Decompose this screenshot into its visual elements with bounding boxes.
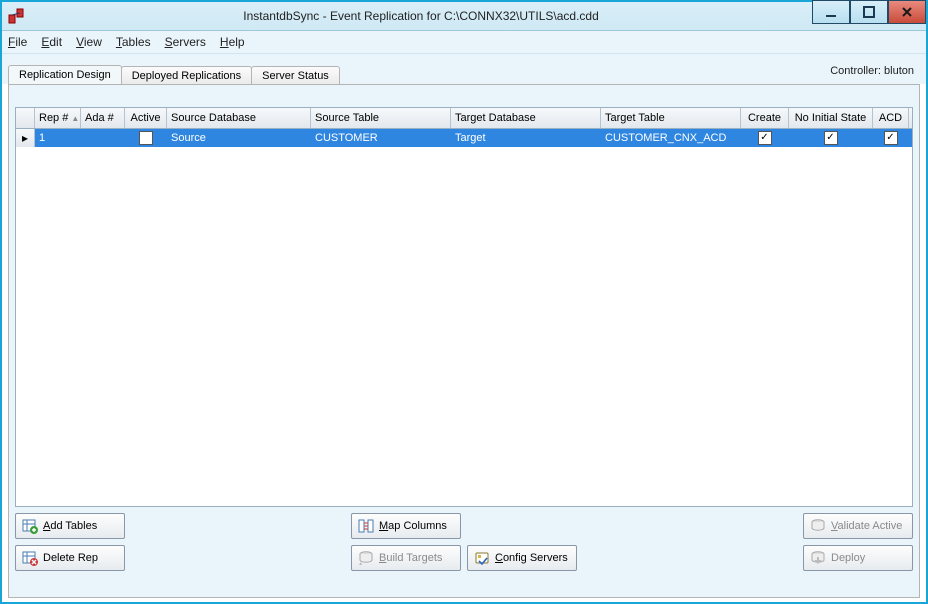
- col-header-rep[interactable]: Rep #▲: [35, 108, 81, 128]
- col-header-srctbl[interactable]: Source Table: [311, 108, 451, 128]
- config-servers-button[interactable]: Config Servers: [467, 545, 577, 571]
- title-bar: InstantdbSync - Event Replication for C:…: [2, 2, 926, 31]
- col-header-srcdb[interactable]: Source Database: [167, 108, 311, 128]
- cell-acd[interactable]: [873, 129, 909, 147]
- menu-bar: File Edit View Tables Servers Help: [2, 31, 926, 54]
- deploy-button[interactable]: Deploy: [803, 545, 913, 571]
- noinit-checkbox[interactable]: [824, 131, 838, 145]
- config-servers-icon: [474, 550, 490, 566]
- build-targets-icon: [358, 550, 374, 566]
- menu-servers[interactable]: Servers: [165, 35, 206, 49]
- replication-grid[interactable]: Rep #▲ Ada # Active Source Database Sour…: [15, 107, 913, 507]
- menu-help[interactable]: Help: [220, 35, 245, 49]
- validate-active-button[interactable]: Validate Active: [803, 513, 913, 539]
- cell-active[interactable]: [125, 129, 167, 147]
- tab-server-status[interactable]: Server Status: [251, 66, 340, 85]
- table-row[interactable]: ▸ 1 Source CUSTOMER Target CUSTOMER_CNX_…: [16, 129, 912, 147]
- col-header-tgttbl[interactable]: Target Table: [601, 108, 741, 128]
- deploy-icon: [810, 550, 826, 566]
- button-area: Add Tables Delete Rep Map Columns Build …: [9, 507, 919, 577]
- grid-corner: [16, 108, 35, 128]
- menu-view[interactable]: View: [76, 35, 102, 49]
- cell-tgtdb[interactable]: Target: [451, 129, 601, 147]
- cell-ada[interactable]: [81, 129, 125, 147]
- sort-asc-icon: ▲: [71, 114, 79, 123]
- create-checkbox[interactable]: [758, 131, 772, 145]
- build-targets-button[interactable]: Build Targets: [351, 545, 461, 571]
- col-header-tgtdb[interactable]: Target Database: [451, 108, 601, 128]
- col-header-create[interactable]: Create: [741, 108, 789, 128]
- controller-label: Controller: bluton: [830, 65, 914, 77]
- tab-deployed-replications[interactable]: Deployed Replications: [121, 66, 252, 85]
- tab-strip: Replication Design Deployed Replications…: [2, 54, 926, 84]
- cell-srctbl[interactable]: CUSTOMER: [311, 129, 451, 147]
- col-header-ada[interactable]: Ada #: [81, 108, 125, 128]
- cell-create[interactable]: [741, 129, 789, 147]
- window-controls: [812, 2, 926, 30]
- add-tables-button[interactable]: Add Tables: [15, 513, 125, 539]
- tab-replication-design[interactable]: Replication Design: [8, 65, 122, 84]
- table-delete-icon: [22, 550, 38, 566]
- app-window: InstantdbSync - Event Replication for C:…: [0, 0, 928, 604]
- close-button[interactable]: [888, 0, 926, 24]
- minimize-button[interactable]: [812, 0, 850, 24]
- maximize-button[interactable]: [850, 0, 888, 24]
- table-add-icon: [22, 518, 38, 534]
- app-icon: [8, 8, 24, 24]
- acd-checkbox[interactable]: [884, 131, 898, 145]
- active-checkbox[interactable]: [139, 131, 153, 145]
- menu-file[interactable]: File: [8, 35, 27, 49]
- map-columns-button[interactable]: Map Columns: [351, 513, 461, 539]
- cell-noinit[interactable]: [789, 129, 873, 147]
- menu-edit[interactable]: Edit: [41, 35, 62, 49]
- col-header-noinit[interactable]: No Initial State: [789, 108, 873, 128]
- col-header-active[interactable]: Active: [125, 108, 167, 128]
- col-header-acd[interactable]: ACD: [873, 108, 909, 128]
- grid-header: Rep #▲ Ada # Active Source Database Sour…: [16, 108, 912, 129]
- map-columns-icon: [358, 518, 374, 534]
- cell-srcdb[interactable]: Source: [167, 129, 311, 147]
- grid-body: ▸ 1 Source CUSTOMER Target CUSTOMER_CNX_…: [16, 129, 912, 506]
- validate-icon: [810, 518, 826, 534]
- tab-panel: Rep #▲ Ada # Active Source Database Sour…: [8, 84, 920, 598]
- delete-rep-button[interactable]: Delete Rep: [15, 545, 125, 571]
- row-indicator-icon: ▸: [16, 129, 35, 147]
- cell-tgttbl[interactable]: CUSTOMER_CNX_ACD: [601, 129, 741, 147]
- cell-rep[interactable]: 1: [35, 129, 81, 147]
- window-title: InstantdbSync - Event Replication for C:…: [30, 9, 812, 23]
- menu-tables[interactable]: Tables: [116, 35, 151, 49]
